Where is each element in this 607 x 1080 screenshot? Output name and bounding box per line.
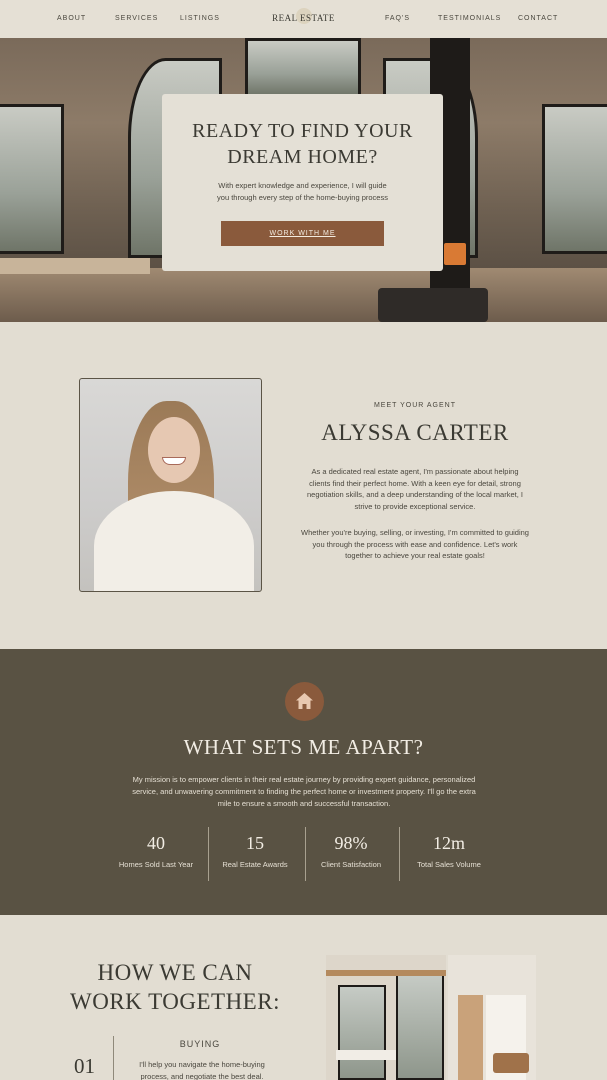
- nav-faqs[interactable]: FAQ'S: [385, 15, 410, 22]
- stat-sales-volume: 12m Total Sales Volume: [400, 833, 498, 869]
- stat-awards: 15 Real Estate Awards: [206, 833, 304, 869]
- hero-title-line2: DREAM HOME?: [227, 146, 378, 168]
- photo-table: [336, 1050, 396, 1060]
- photo-window: [338, 985, 386, 1080]
- agent-sweater: [94, 491, 254, 591]
- stat-homes-sold: 40 Homes Sold Last Year: [107, 833, 205, 869]
- brand-logo[interactable]: REAL ESTATE: [0, 13, 607, 23]
- stat-value: 15: [246, 833, 264, 853]
- stat-value: 98%: [334, 833, 368, 853]
- apart-text: My mission is to empower clients in thei…: [132, 775, 476, 808]
- hero-card: READY TO FIND YOUR DREAM HOME? With expe…: [162, 94, 443, 271]
- agent-eyebrow: MEET YOUR AGENT: [373, 402, 457, 409]
- stat-label: Homes Sold Last Year: [118, 860, 194, 869]
- hero-title-line1: READY TO FIND YOUR: [192, 120, 413, 142]
- step-text: I'll help you navigate the home-buying p…: [139, 1060, 265, 1080]
- hero-window: [245, 38, 361, 98]
- photo-curtain: [458, 995, 483, 1080]
- agent-photo: [79, 378, 262, 592]
- hero-table: [0, 258, 150, 274]
- stat-value: 12m: [432, 833, 465, 853]
- stat-value: 40: [147, 833, 165, 853]
- apart-title: WHAT SETS ME APART?: [183, 735, 424, 759]
- agent-bio-paragraph: As a dedicated real estate agent, I'm pa…: [307, 467, 523, 512]
- agent-bio-paragraph: Whether you're buying, selling, or inves…: [301, 528, 529, 561]
- stat-label: Real Estate Awards: [222, 860, 288, 869]
- hero-window: [0, 104, 64, 254]
- top-nav: ABOUT SERVICES LISTINGS REAL ESTATE FAQ'…: [0, 0, 607, 38]
- step-label: BUYING: [179, 1039, 221, 1049]
- interior-photo-dining: [326, 955, 446, 1080]
- stat-label: Total Sales Volume: [417, 860, 481, 869]
- hero-subtitle: With expert knowledge and experience, I …: [162, 180, 443, 204]
- work-title-line2: WORK TOGETHER:: [70, 989, 280, 1014]
- agent-name: ALYSSA CARTER: [321, 420, 509, 445]
- agent-face: [148, 417, 200, 483]
- nav-contact[interactable]: CONTACT: [518, 15, 558, 22]
- nav-testimonials[interactable]: TESTIMONIALS: [438, 15, 501, 22]
- photo-chair: [493, 1053, 529, 1073]
- hero-window: [542, 104, 607, 254]
- hero-sofa: [378, 288, 488, 322]
- hero-title: READY TO FIND YOUR DREAM HOME?: [162, 118, 443, 170]
- apart-section: WHAT SETS ME APART? My mission is to emp…: [0, 649, 607, 915]
- interior-photo-living: [448, 955, 536, 1080]
- photo-window: [396, 973, 444, 1080]
- hero-subtitle-line2: you through every step of the home-buyin…: [217, 193, 388, 202]
- work-title: HOW WE CAN WORK TOGETHER:: [60, 958, 290, 1016]
- work-with-me-button[interactable]: WORK WITH ME: [221, 221, 384, 246]
- stat-label: Client Satisfaction: [320, 860, 382, 869]
- step-divider: [113, 1036, 114, 1080]
- work-title-line1: HOW WE CAN: [97, 960, 253, 985]
- stat-satisfaction: 98% Client Satisfaction: [302, 833, 400, 869]
- fireplace-flame: [444, 243, 466, 265]
- step-number: 01: [74, 1054, 95, 1078]
- hero-floor: [0, 268, 607, 322]
- house-icon: [285, 682, 324, 721]
- hero-subtitle-line1: With expert knowledge and experience, I …: [218, 181, 387, 190]
- photo-beam: [326, 970, 446, 976]
